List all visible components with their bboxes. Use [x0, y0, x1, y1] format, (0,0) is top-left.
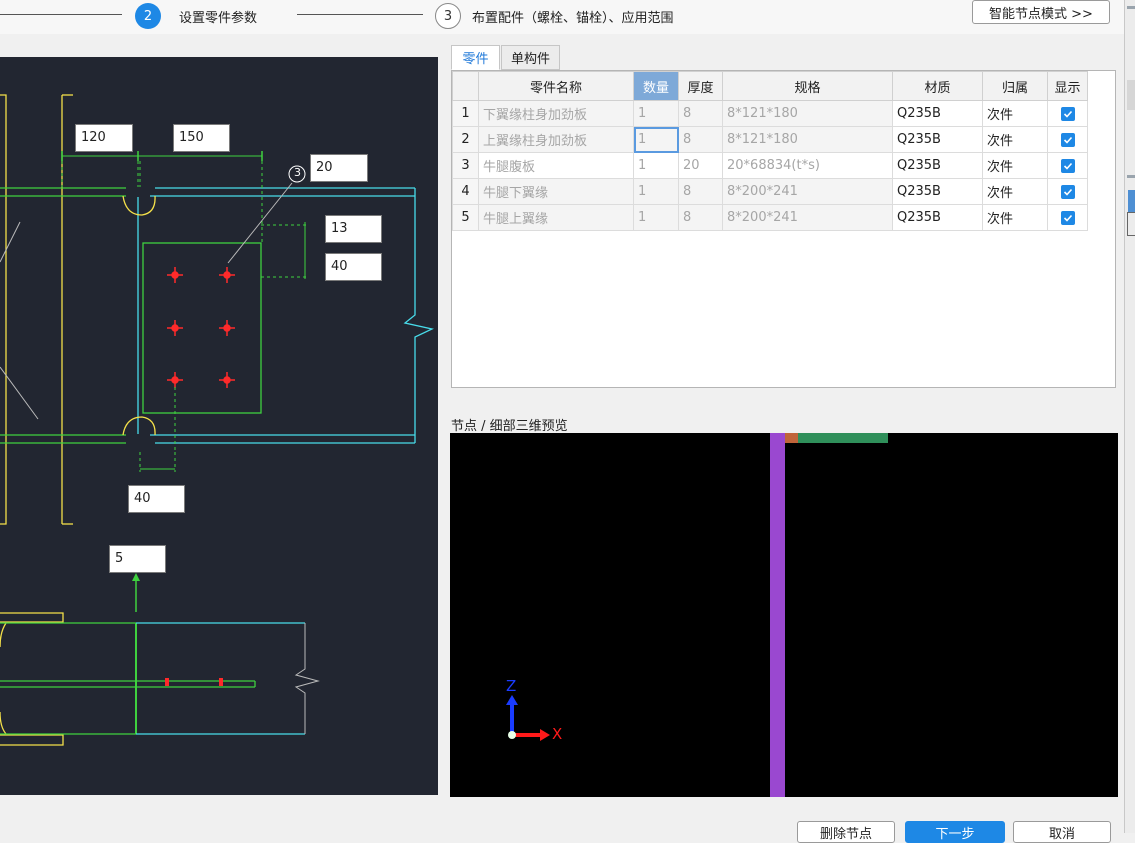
quantity-cell[interactable]: 1: [633, 178, 679, 205]
spec-cell[interactable]: 20*68834(t*s): [722, 152, 893, 179]
part-marker-label: 3: [294, 166, 301, 179]
owner-cell[interactable]: 次件: [982, 100, 1048, 127]
row-index: 1: [452, 100, 479, 127]
preview-label: 节点 / 细部三维预览: [451, 419, 568, 434]
quantity-cell[interactable]: 1: [633, 204, 679, 231]
cad-drawing: [0, 94, 434, 746]
column-header-show[interactable]: 显示: [1047, 71, 1088, 101]
column-header-name[interactable]: 零件名称: [478, 71, 634, 101]
parts-table-header: 零件名称 数量 厚度 规格 材质 归属 显示: [452, 71, 1088, 101]
dimension-input-40-right[interactable]: 40: [325, 253, 382, 281]
quantity-cell[interactable]: 1: [633, 152, 679, 179]
owner-cell[interactable]: 次件: [982, 204, 1048, 231]
column-header-owner[interactable]: 归属: [982, 71, 1048, 101]
thickness-cell[interactable]: 20: [678, 152, 723, 179]
show-cell[interactable]: [1047, 126, 1088, 153]
material-cell[interactable]: Q235B: [892, 152, 983, 179]
dimension-input-13[interactable]: 13: [325, 215, 382, 243]
spec-cell[interactable]: 8*121*180: [722, 126, 893, 153]
show-cell[interactable]: [1047, 152, 1088, 179]
show-cell[interactable]: [1047, 204, 1088, 231]
column-header-thickness[interactable]: 厚度: [678, 71, 723, 101]
row-index: 4: [452, 178, 479, 205]
step-2-label[interactable]: 设置零件参数: [179, 7, 257, 26]
wizard-step-bar: 2 设置零件参数 3 布置配件（螺栓、锚栓）、应用范围: [0, 0, 1128, 34]
right-panel-edge: [1124, 0, 1135, 833]
dimension-input-120[interactable]: 120: [75, 124, 133, 152]
cancel-button[interactable]: 取消: [1013, 821, 1111, 843]
owner-cell[interactable]: 次件: [982, 178, 1048, 205]
thickness-cell[interactable]: 8: [678, 126, 723, 153]
smart-node-mode-button[interactable]: 智能节点模式 >>: [972, 0, 1110, 24]
owner-cell[interactable]: 次件: [982, 126, 1048, 153]
column-header-spec[interactable]: 规格: [722, 71, 893, 101]
axis-z-label: Z: [506, 677, 517, 695]
beam-end-shape: [785, 433, 798, 443]
thickness-cell[interactable]: 8: [678, 100, 723, 127]
part-name-cell[interactable]: 上翼缘柱身加劲板: [478, 126, 634, 153]
cad-drawing-canvas[interactable]: 120 150 3 20 13 40 40 5: [0, 57, 438, 795]
dimension-input-20[interactable]: 20: [310, 154, 368, 182]
row-index: 2: [452, 126, 479, 153]
axis-x-label: X: [552, 725, 563, 743]
step-3-circle[interactable]: 3: [435, 3, 461, 29]
step-3-label[interactable]: 布置配件（螺栓、锚栓）、应用范围: [472, 7, 674, 26]
tab-parts[interactable]: 零件: [451, 45, 500, 70]
table-row[interactable]: 2 上翼缘柱身加劲板 1 8 8*121*180 Q235B 次件: [452, 126, 1088, 153]
thickness-cell[interactable]: 8: [678, 178, 723, 205]
table-row[interactable]: 3 牛腿腹板 1 20 20*68834(t*s) Q235B 次件: [452, 152, 1088, 179]
part-name-cell[interactable]: 牛腿下翼缘: [478, 178, 634, 205]
dimension-input-150[interactable]: 150: [173, 124, 230, 152]
spec-cell[interactable]: 8*200*241: [722, 204, 893, 231]
show-cell[interactable]: [1047, 100, 1088, 127]
show-checkbox[interactable]: [1060, 132, 1075, 147]
show-checkbox[interactable]: [1060, 210, 1075, 225]
spec-cell[interactable]: 8*121*180: [722, 100, 893, 127]
3d-preview-viewport[interactable]: Z X: [450, 433, 1118, 797]
spec-cell[interactable]: 8*200*241: [722, 178, 893, 205]
material-cell[interactable]: Q235B: [892, 126, 983, 153]
part-name-cell[interactable]: 牛腿上翼缘: [478, 204, 634, 231]
dimension-input-40-bottom[interactable]: 40: [128, 485, 185, 513]
quantity-cell[interactable]: 1: [633, 126, 679, 153]
row-index: 3: [452, 152, 479, 179]
parts-table-panel: 零件名称 数量 厚度 规格 材质 归属 显示 1 下翼缘柱身加劲板 1 8 8*…: [451, 70, 1116, 388]
part-name-cell[interactable]: 牛腿腹板: [478, 152, 634, 179]
step-connector: [0, 14, 122, 15]
show-checkbox[interactable]: [1060, 158, 1075, 173]
column-header-index: [452, 71, 479, 101]
material-cell[interactable]: Q235B: [892, 178, 983, 205]
owner-cell[interactable]: 次件: [982, 152, 1048, 179]
table-row[interactable]: 4 牛腿下翼缘 1 8 8*200*241 Q235B 次件: [452, 178, 1088, 205]
step-connector: [297, 14, 423, 15]
delete-node-button[interactable]: 删除节点: [797, 821, 895, 843]
show-checkbox[interactable]: [1060, 184, 1075, 199]
next-step-button[interactable]: 下一步: [905, 821, 1005, 843]
table-row[interactable]: 5 牛腿上翼缘 1 8 8*200*241 Q235B 次件: [452, 204, 1088, 231]
column-header-material[interactable]: 材质: [892, 71, 983, 101]
quantity-cell[interactable]: 1: [633, 100, 679, 127]
column-3d-shape: [770, 433, 785, 797]
parts-table: 零件名称 数量 厚度 规格 材质 归属 显示 1 下翼缘柱身加劲板 1 8 8*…: [452, 71, 1088, 231]
show-checkbox[interactable]: [1060, 106, 1075, 121]
row-index: 5: [452, 204, 479, 231]
dimension-input-5[interactable]: 5: [109, 545, 166, 573]
tab-single-member[interactable]: 单构件: [501, 45, 560, 70]
step-2-circle[interactable]: 2: [135, 3, 161, 29]
table-row[interactable]: 1 下翼缘柱身加劲板 1 8 8*121*180 Q235B 次件: [452, 100, 1088, 127]
part-name-cell[interactable]: 下翼缘柱身加劲板: [478, 100, 634, 127]
thickness-cell[interactable]: 8: [678, 204, 723, 231]
material-cell[interactable]: Q235B: [892, 100, 983, 127]
show-cell[interactable]: [1047, 178, 1088, 205]
material-cell[interactable]: Q235B: [892, 204, 983, 231]
column-header-quantity[interactable]: 数量: [633, 71, 679, 101]
